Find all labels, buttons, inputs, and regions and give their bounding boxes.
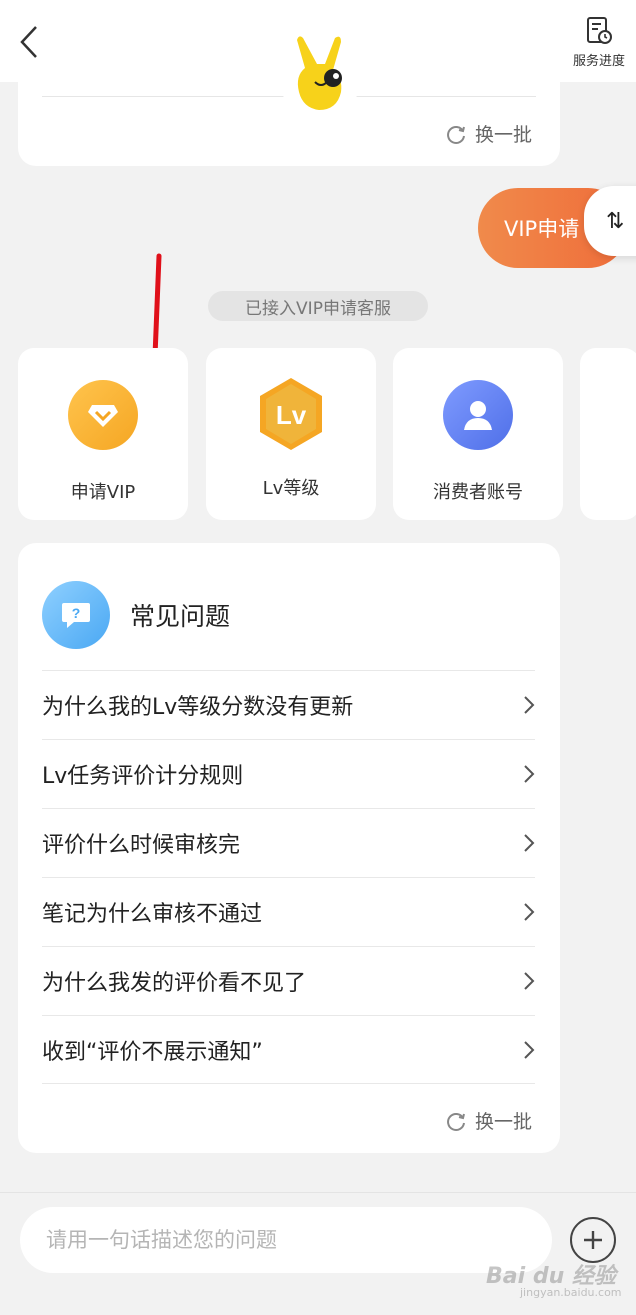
faq-item-text: 为什么我发的评价看不见了 bbox=[42, 971, 307, 996]
faq-item[interactable]: 评价什么时候审核完 bbox=[42, 808, 535, 877]
faq-item-text: 收到“评价不展示通知” bbox=[42, 1039, 263, 1065]
faq-item-text: 笔记为什么审核不通过 bbox=[42, 902, 263, 927]
faq-refresh-button[interactable]: 换一批 bbox=[445, 1107, 532, 1134]
faq-card: ? 常见问题 为什么我的Lv等级分数没有更新 Lv任务评价计分规则 评价什么时候… bbox=[18, 543, 560, 1153]
faq-item[interactable]: 为什么我的Lv等级分数没有更新 bbox=[42, 670, 535, 739]
chevron-right-icon bbox=[524, 1040, 535, 1059]
status-pill: 已接入VIP申请客服 bbox=[208, 291, 428, 321]
refresh-icon bbox=[447, 1112, 465, 1131]
service-tile-partial[interactable] bbox=[580, 348, 636, 520]
service-progress-label: 服务进度 bbox=[572, 54, 625, 69]
svg-text:Lv: Lv bbox=[276, 400, 307, 430]
swap-icon: ⇅ bbox=[606, 208, 625, 234]
question-icon: ? bbox=[42, 581, 110, 649]
diamond-icon bbox=[68, 380, 138, 450]
refresh-label: 换一批 bbox=[474, 1111, 532, 1133]
tile-label: Lv等级 bbox=[262, 478, 320, 499]
faq-header: ? 常见问题 bbox=[42, 581, 230, 649]
service-tile-apply-vip[interactable]: 申请VIP bbox=[18, 348, 188, 520]
chevron-right-icon bbox=[524, 834, 535, 852]
swap-button[interactable]: ⇅ bbox=[584, 186, 636, 256]
chevron-right-icon bbox=[524, 972, 535, 990]
chevron-right-icon bbox=[524, 903, 535, 921]
chevron-left-icon bbox=[20, 26, 37, 58]
refresh-button[interactable]: 换一批 bbox=[445, 120, 532, 147]
faq-item[interactable]: 为什么我发的评价看不见了 bbox=[42, 946, 535, 1015]
tile-label: 消费者账号 bbox=[433, 482, 523, 503]
plus-icon bbox=[584, 1231, 602, 1249]
mascot-icon bbox=[297, 36, 342, 110]
back-button[interactable] bbox=[14, 22, 44, 62]
refresh-label: 换一批 bbox=[474, 124, 532, 146]
faq-item[interactable]: 收到“评价不展示通知” bbox=[42, 1015, 535, 1084]
chevron-right-icon bbox=[524, 696, 535, 714]
faq-list: 为什么我的Lv等级分数没有更新 Lv任务评价计分规则 评价什么时候审核完 笔记为… bbox=[42, 670, 535, 1084]
mascot-avatar bbox=[276, 28, 364, 116]
chevron-right-icon bbox=[524, 765, 535, 783]
faq-item-text: Lv任务评价计分规则 bbox=[42, 764, 244, 789]
tile-label: 申请VIP bbox=[70, 482, 136, 503]
faq-title: 常见问题 bbox=[130, 602, 231, 631]
faq-item[interactable]: 笔记为什么审核不通过 bbox=[42, 877, 535, 946]
add-button[interactable] bbox=[570, 1217, 616, 1263]
refresh-icon bbox=[447, 125, 465, 144]
service-progress-button[interactable]: 服务进度 bbox=[568, 16, 630, 76]
user-icon bbox=[443, 380, 513, 450]
faq-item[interactable]: Lv任务评价计分规则 bbox=[42, 739, 535, 808]
watermark-url: jingyan.baidu.com bbox=[520, 1286, 622, 1299]
svg-text:?: ? bbox=[72, 605, 81, 621]
faq-item-text: 为什么我的Lv等级分数没有更新 bbox=[42, 695, 354, 720]
question-input[interactable] bbox=[20, 1207, 552, 1273]
service-tile-lv-level[interactable]: Lv Lv等级 bbox=[206, 348, 376, 520]
document-clock-icon bbox=[587, 17, 612, 44]
lv-badge-icon: Lv bbox=[256, 376, 326, 452]
service-tile-consumer-account[interactable]: 消费者账号 bbox=[393, 348, 563, 520]
faq-item-text: 评价什么时候审核完 bbox=[42, 833, 241, 858]
